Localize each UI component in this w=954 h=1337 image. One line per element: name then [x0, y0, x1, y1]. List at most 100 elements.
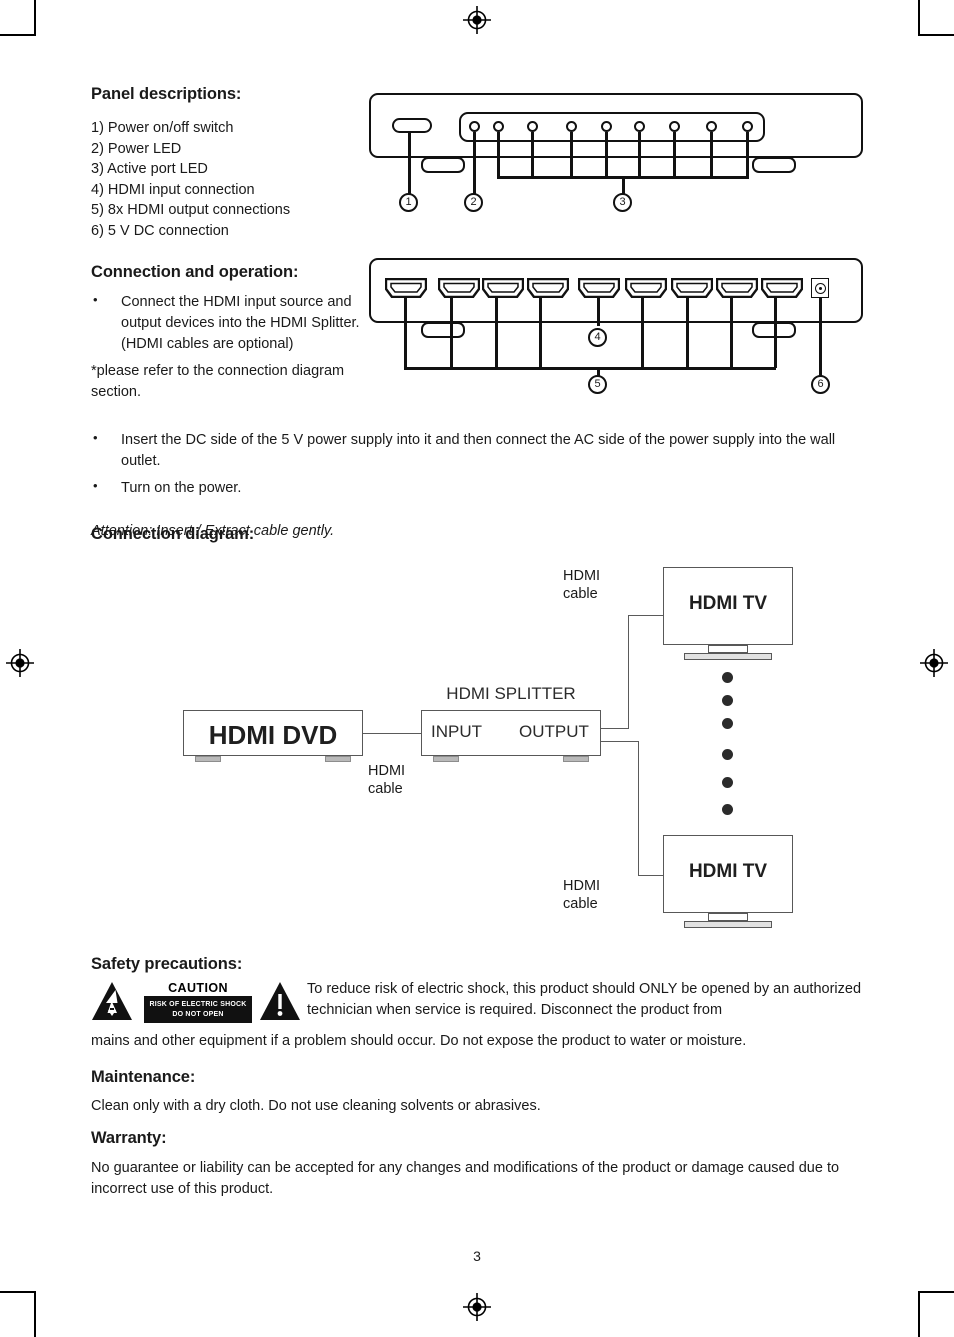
- cable-label-line1: HDMI: [563, 878, 601, 894]
- hdmi-output-port: [670, 277, 714, 303]
- callout-leader-6: [819, 298, 822, 376]
- power-switch: [392, 118, 432, 133]
- caution-line-1: RISK OF ELECTRIC SHOCK: [149, 1001, 247, 1008]
- panel-descriptions-heading: Panel descriptions:: [91, 85, 242, 103]
- hdmi-output-port: [437, 277, 481, 303]
- connection-note: *please refer to the connection diagram …: [91, 363, 345, 400]
- callout-6: 6: [811, 375, 830, 394]
- connection-operation-bullets-top: Connect the HDMI input source and output…: [91, 291, 369, 354]
- bracket-tick: [686, 296, 689, 368]
- crop-mark-top-right: [918, 0, 954, 36]
- hdmi-tv-bottom-label: HDMI TV: [688, 861, 768, 882]
- active-port-led: [493, 121, 504, 132]
- bracket-tick: [730, 296, 733, 368]
- rear-panel-drawing: 4 5 6: [369, 250, 863, 400]
- hdmi-splitter-title: HDMI SPLITTER: [446, 684, 576, 703]
- callout-4: 4: [588, 328, 607, 347]
- ellipsis-dot: [722, 804, 733, 815]
- callout-leader-1: [408, 132, 411, 194]
- panel-descriptions-item: 5) 8x HDMI output connections: [91, 202, 291, 219]
- panel-foot-left: [421, 157, 465, 173]
- panel-descriptions-section: Panel descriptions: 1) Power on/off swit…: [91, 85, 369, 402]
- bracket-tick: [497, 132, 500, 177]
- panel-descriptions-item: 4) HDMI input connection: [91, 181, 255, 198]
- bracket-tick: [746, 132, 749, 177]
- cable-splitter-top-c: [628, 615, 664, 617]
- cable-splitter-top-b: [628, 615, 630, 729]
- safety-text-part2: mains and other equipment if a problem s…: [91, 1033, 747, 1049]
- active-port-led: [601, 121, 612, 132]
- active-port-led: [527, 121, 538, 132]
- front-panel-drawing: 1 2 3: [369, 85, 863, 220]
- cable-splitter-bottom-c: [638, 875, 664, 877]
- bracket-tick: [404, 296, 407, 368]
- cable-label-line2: cable: [563, 896, 598, 913]
- hdmi-output-port: [715, 277, 759, 303]
- bracket-tick: [531, 132, 534, 177]
- tv-top-stand-neck: [708, 645, 748, 653]
- tv-bottom-stand-neck: [708, 913, 748, 921]
- cable-label-line2: cable: [563, 586, 598, 603]
- panel-descriptions-item: 6) 5 V DC connection: [91, 222, 229, 239]
- panel-descriptions-item: 2) Power LED: [91, 140, 182, 157]
- cable-splitter-bottom-a: [601, 741, 639, 743]
- dvd-foot-left: [195, 756, 221, 762]
- exclamation-warning-icon: [259, 981, 301, 1026]
- warranty-text: No guarantee or liability can be accepte…: [91, 1160, 840, 1197]
- cable-label-line1: HDMI: [368, 763, 406, 779]
- led-strip: [459, 112, 765, 142]
- list-item: Turn on the power.: [91, 477, 863, 499]
- ellipsis-dot: [722, 672, 733, 683]
- safety-text-part1: To reduce risk of electric shock, this p…: [307, 981, 862, 1018]
- maintenance-text: Clean only with a dry cloth. Do not use …: [91, 1098, 541, 1114]
- power-led: [469, 121, 480, 132]
- callout-leader-2: [473, 132, 476, 194]
- crop-mark-top-left: [0, 0, 36, 36]
- bracket-tick: [673, 132, 676, 177]
- ellipsis-dot: [722, 695, 733, 706]
- cable-splitter-bottom-b: [638, 741, 640, 876]
- front-panel-diagram: 1 2 3 4 5 6: [369, 85, 863, 400]
- ellipsis-dot: [722, 749, 733, 760]
- connection-diagram-heading: Connection diagram:: [91, 525, 255, 543]
- hdmi-output-port: [760, 277, 804, 303]
- cable-label-input: HDMI cable: [368, 762, 405, 798]
- active-port-led: [566, 121, 577, 132]
- ellipsis-dot: [722, 718, 733, 729]
- splitter-foot-left: [433, 756, 459, 762]
- hdmi-output-port: [526, 277, 570, 303]
- callout-2: 2: [464, 193, 483, 212]
- tv-top-stand-base: [684, 653, 772, 660]
- panel-descriptions-item: 3) Active port LED: [91, 161, 208, 178]
- panel-foot-right: [752, 157, 796, 173]
- hdmi-tv-top-label: HDMI TV: [688, 593, 768, 614]
- bracket-tick: [450, 296, 453, 368]
- splitter-output-label: OUTPUT: [519, 722, 589, 741]
- cable-label-line2: cable: [368, 781, 403, 798]
- dvd-foot-right: [325, 756, 351, 762]
- crop-mark-bottom-left: [0, 1291, 36, 1337]
- list-item: Connect the HDMI input source and output…: [91, 291, 369, 354]
- bracket-tick: [638, 132, 641, 177]
- callout-5: 5: [588, 375, 607, 394]
- cable-label-top: HDMI cable: [563, 567, 600, 603]
- dc-power-jack: [811, 278, 829, 298]
- registration-mark-left: [5, 648, 35, 678]
- callout-1: 1: [399, 193, 418, 212]
- callout-leader-4: [597, 296, 600, 326]
- hdmi-dvd-label: HDMI DVD: [208, 720, 338, 750]
- panel-descriptions-item: 1) Power on/off switch: [91, 120, 234, 136]
- bracket-tick: [495, 296, 498, 368]
- warranty-heading: Warranty:: [91, 1129, 167, 1147]
- callout-leader-3: [622, 176, 625, 194]
- cable-label-bottom: HDMI cable: [563, 877, 600, 913]
- connection-operation-heading: Connection and operation:: [91, 263, 299, 282]
- bracket-tick: [774, 296, 777, 368]
- document-page: Panel descriptions: 1) Power on/off swit…: [91, 0, 863, 1327]
- bracket-rail: [404, 367, 776, 370]
- bracket-tick: [605, 132, 608, 177]
- cable-label-line1: HDMI: [563, 568, 601, 584]
- page-number: 3: [473, 1248, 481, 1264]
- tv-bottom-stand-base: [684, 921, 772, 928]
- hdmi-output-port: [624, 277, 668, 303]
